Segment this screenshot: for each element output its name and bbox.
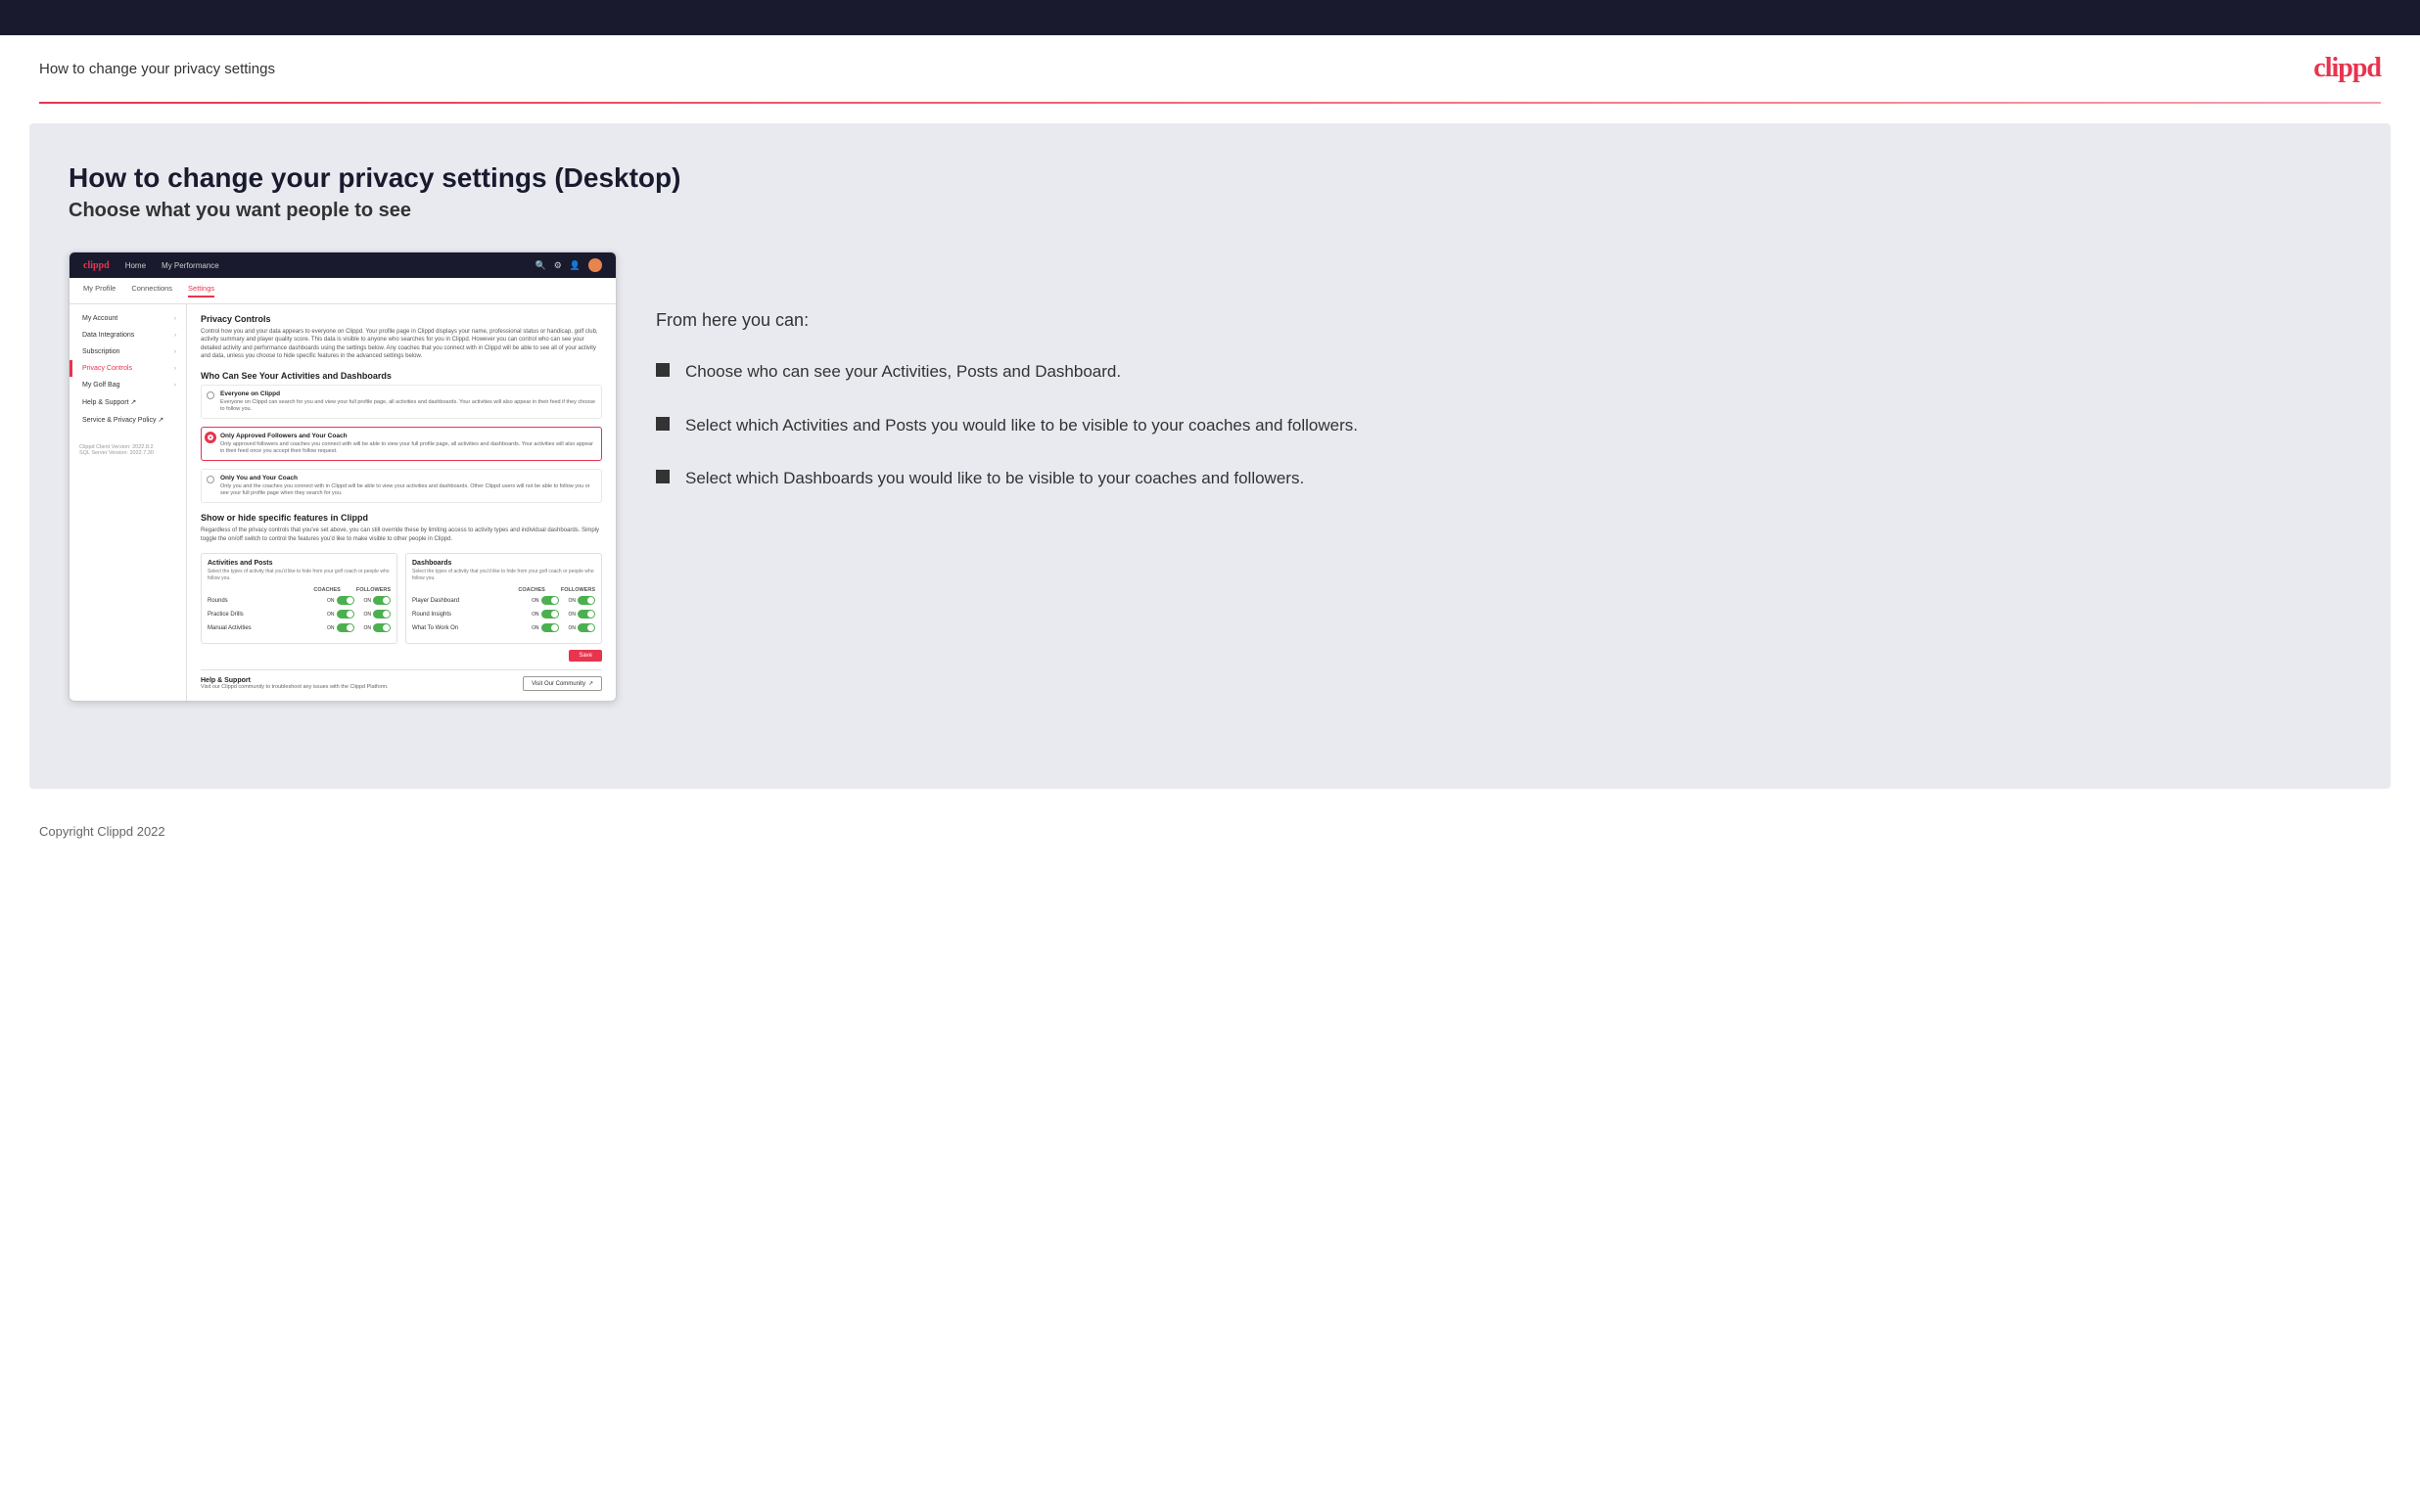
toggle-practice-coaches [337,610,354,619]
toggle-whattowork-followers [578,623,595,632]
toggle-playerdash-followers [578,596,595,605]
chevron-icon: › [174,383,176,389]
mock-nav-performance: My Performance [162,261,219,270]
chevron-icon: › [174,333,176,339]
mock-sidebar-version: Clippd Client Version: 2022.8.2SQL Serve… [70,438,186,462]
search-icon: 🔍 [535,260,545,271]
mock-nav-home: Home [125,261,146,270]
mock-save-button[interactable]: Save [569,650,602,662]
toggle-manual-coaches [337,623,354,632]
mock-radio-group: Everyone on Clippd Everyone on Clippd ca… [201,385,602,504]
mock-who-can-see-title: Who Can See Your Activities and Dashboar… [201,371,602,381]
mock-toggles-row: Activities and Posts Select the types of… [201,553,602,644]
toggle-roundinsights-followers [578,610,595,619]
footer: Copyright Clippd 2022 [0,808,2420,854]
mock-privacy-title: Privacy Controls [201,314,602,324]
mock-privacy-desc: Control how you and your data appears to… [201,328,602,361]
mock-subnav: My Profile Connections Settings [70,278,616,304]
radio-dot-everyone [207,391,214,399]
mock-toggle-manual: Manual Activities ON ON [208,623,391,632]
chevron-icon: › [174,316,176,322]
bullet-item-2: Select which Activities and Posts you wo… [656,414,2351,438]
mock-sidebar-privacy-controls: Privacy Controls › [70,360,186,377]
user-icon: 👤 [570,260,581,271]
chevron-icon: › [174,366,176,372]
mock-show-hide-desc: Regardless of the privacy controls that … [201,527,602,543]
mock-help-section: Help & Support Visit our Clippd communit… [201,669,602,691]
toggle-playerdash-coaches [541,596,559,605]
header-title: How to change your privacy settings [39,61,275,77]
mock-subnav-profile: My Profile [83,284,116,298]
mock-sidebar-my-golf-bag: My Golf Bag › [70,377,186,393]
right-panel: From here you can: Choose who can see yo… [656,252,2351,491]
bullet-text-2: Select which Activities and Posts you wo… [685,414,1358,438]
mock-toggle-player-dash: Player Dashboard ON ON [412,596,595,605]
radio-dot-followers [207,434,214,441]
right-intro: From here you can: [656,310,2351,331]
mock-toggle-round-insights: Round Insights ON ON [412,610,595,619]
mock-toggle-rounds: Rounds ON ON [208,596,391,605]
mock-main-panel: Privacy Controls Control how you and you… [187,304,616,701]
mock-radio-only-you: Only You and Your Coach Only you and the… [201,469,602,503]
mock-toggle-practice: Practice Drills ON ON [208,610,391,619]
content-columns: clippd Home My Performance 🔍 ⚙ 👤 My Prof… [69,252,2351,702]
page-heading: How to change your privacy settings (Des… [69,162,2351,194]
mock-save-row: Save [201,650,602,662]
radio-dot-only-you [207,476,214,483]
mock-subnav-settings: Settings [188,284,214,298]
mock-body: My Account › Data Integrations › Subscri… [70,304,616,701]
bullet-square-3 [656,470,670,483]
mock-sidebar: My Account › Data Integrations › Subscri… [70,304,187,701]
header: How to change your privacy settings clip… [0,35,2420,102]
page-subheading: Choose what you want people to see [69,200,2351,222]
top-bar [0,0,2420,35]
bullet-square-2 [656,417,670,431]
grid-icon: ⚙ [554,260,562,271]
mock-navbar: clippd Home My Performance 🔍 ⚙ 👤 [70,252,616,278]
mock-nav-icons: 🔍 ⚙ 👤 [535,258,602,272]
bullet-item-1: Choose who can see your Activities, Post… [656,360,2351,385]
bullet-text-3: Select which Dashboards you would like t… [685,467,1304,491]
external-link-icon: ↗ [588,680,593,687]
mock-activities-box: Activities and Posts Select the types of… [201,553,397,644]
mock-logo: clippd [83,260,110,271]
toggle-whattowork-coaches [541,623,559,632]
mock-visit-community-button[interactable]: Visit Our Community ↗ [523,676,602,691]
mock-sidebar-subscription: Subscription › [70,344,186,360]
mock-sidebar-data-integrations: Data Integrations › [70,327,186,344]
bullet-square-1 [656,363,670,377]
mock-toggle-what-to-work: What To Work On ON ON [412,623,595,632]
mock-sidebar-service-privacy: Service & Privacy Policy ↗ [70,411,186,429]
mock-help-title: Help & Support [201,677,389,684]
mock-show-hide-title: Show or hide specific features in Clippd [201,513,602,523]
mock-help-sub: Visit our Clippd community to troublesho… [201,684,389,690]
main-content: How to change your privacy settings (Des… [29,123,2391,789]
mock-radio-everyone: Everyone on Clippd Everyone on Clippd ca… [201,385,602,419]
bullet-item-3: Select which Dashboards you would like t… [656,467,2351,491]
mock-dashboards-box: Dashboards Select the types of activity … [405,553,602,644]
chevron-icon: › [174,349,176,355]
header-divider [39,102,2381,104]
mock-subnav-connections: Connections [131,284,172,298]
toggle-practice-followers [373,610,391,619]
mock-radio-followers: Only Approved Followers and Your Coach O… [201,427,602,461]
logo: clippd [2313,53,2381,84]
mock-sidebar-my-account: My Account › [70,310,186,327]
avatar [588,258,602,272]
bullet-list: Choose who can see your Activities, Post… [656,360,2351,491]
bullet-text-1: Choose who can see your Activities, Post… [685,360,1121,385]
toggle-manual-followers [373,623,391,632]
mock-sidebar-help-support: Help & Support ↗ [70,393,186,411]
screenshot-mockup: clippd Home My Performance 🔍 ⚙ 👤 My Prof… [69,252,617,702]
toggle-roundinsights-coaches [541,610,559,619]
footer-text: Copyright Clippd 2022 [39,824,165,839]
toggle-rounds-followers [373,596,391,605]
toggle-rounds-coaches [337,596,354,605]
